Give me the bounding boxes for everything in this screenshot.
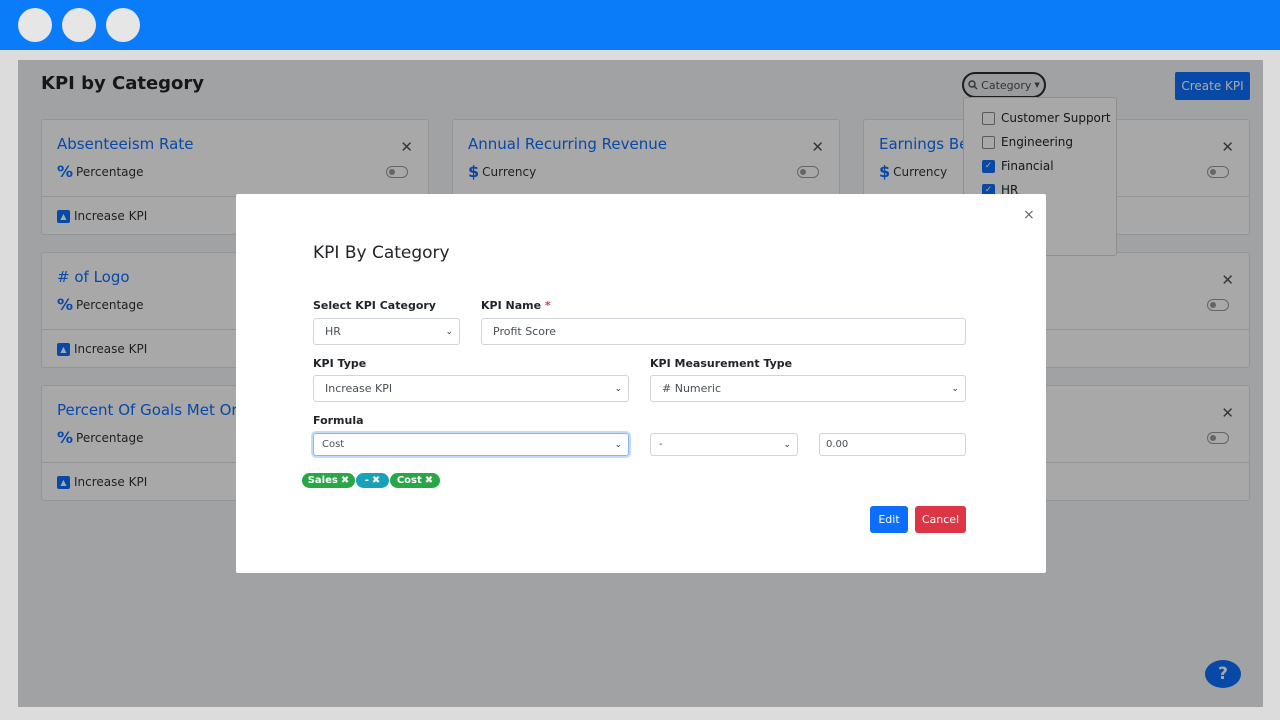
formula-chip-label: - (364, 475, 369, 486)
formula-field-value: Cost (322, 439, 345, 450)
measurement-type-value: # Numeric (662, 382, 722, 395)
kpi-type-value: Increase KPI (325, 382, 393, 395)
formula-chip-label: Sales (307, 475, 338, 486)
chevron-down-icon: ⌄ (614, 439, 622, 450)
remove-icon[interactable]: ✖ (372, 475, 380, 486)
formula-chip[interactable]: Cost ✖ (390, 473, 440, 488)
chevron-down-icon: ⌄ (783, 439, 791, 450)
modal-close-icon[interactable]: × (1023, 207, 1035, 223)
formula-operator-value: - (659, 439, 663, 450)
formula-chip[interactable]: Sales ✖ (302, 473, 355, 488)
formula-chip-label: Cost (396, 475, 422, 486)
remove-icon[interactable]: ✖ (425, 475, 433, 486)
window-control-2[interactable] (62, 8, 96, 42)
edit-button[interactable]: Edit (870, 506, 908, 533)
cancel-button[interactable]: Cancel (915, 506, 966, 533)
browser-topbar (0, 0, 1280, 50)
formula-chip[interactable]: - ✖ (356, 473, 389, 488)
kpi-name-input[interactable]: Profit Score (481, 318, 966, 345)
formula-label: Formula (313, 414, 364, 427)
modal-title: KPI By Category (313, 243, 450, 263)
formula-number-input[interactable]: 0.00 (819, 433, 966, 456)
required-mark: * (544, 299, 551, 312)
formula-number-value: 0.00 (826, 439, 849, 450)
kpi-category-value: HR (325, 325, 341, 338)
kpi-name-value: Profit Score (493, 325, 556, 338)
window-control-3[interactable] (106, 8, 140, 42)
measurement-type-label: KPI Measurement Type (650, 357, 793, 370)
select-category-label: Select KPI Category (313, 299, 436, 312)
formula-field-select[interactable]: Cost ⌄ (313, 433, 629, 456)
kpi-type-select[interactable]: Increase KPI ⌄ (313, 375, 629, 402)
chevron-down-icon: ⌄ (951, 383, 959, 394)
measurement-type-select[interactable]: # Numeric ⌄ (650, 375, 966, 402)
kpi-name-label: KPI Name * (481, 299, 551, 312)
kpi-modal: × KPI By Category Select KPI Category HR… (236, 194, 1046, 573)
chevron-down-icon: ⌄ (614, 383, 622, 394)
kpi-name-label-text: KPI Name (481, 299, 542, 312)
formula-operator-select[interactable]: - ⌄ (650, 433, 798, 456)
window-control-1[interactable] (18, 8, 52, 42)
remove-icon[interactable]: ✖ (341, 475, 349, 486)
kpi-type-label: KPI Type (313, 357, 367, 370)
chevron-down-icon: ⌄ (445, 326, 453, 337)
kpi-category-select[interactable]: HR ⌄ (313, 318, 460, 345)
